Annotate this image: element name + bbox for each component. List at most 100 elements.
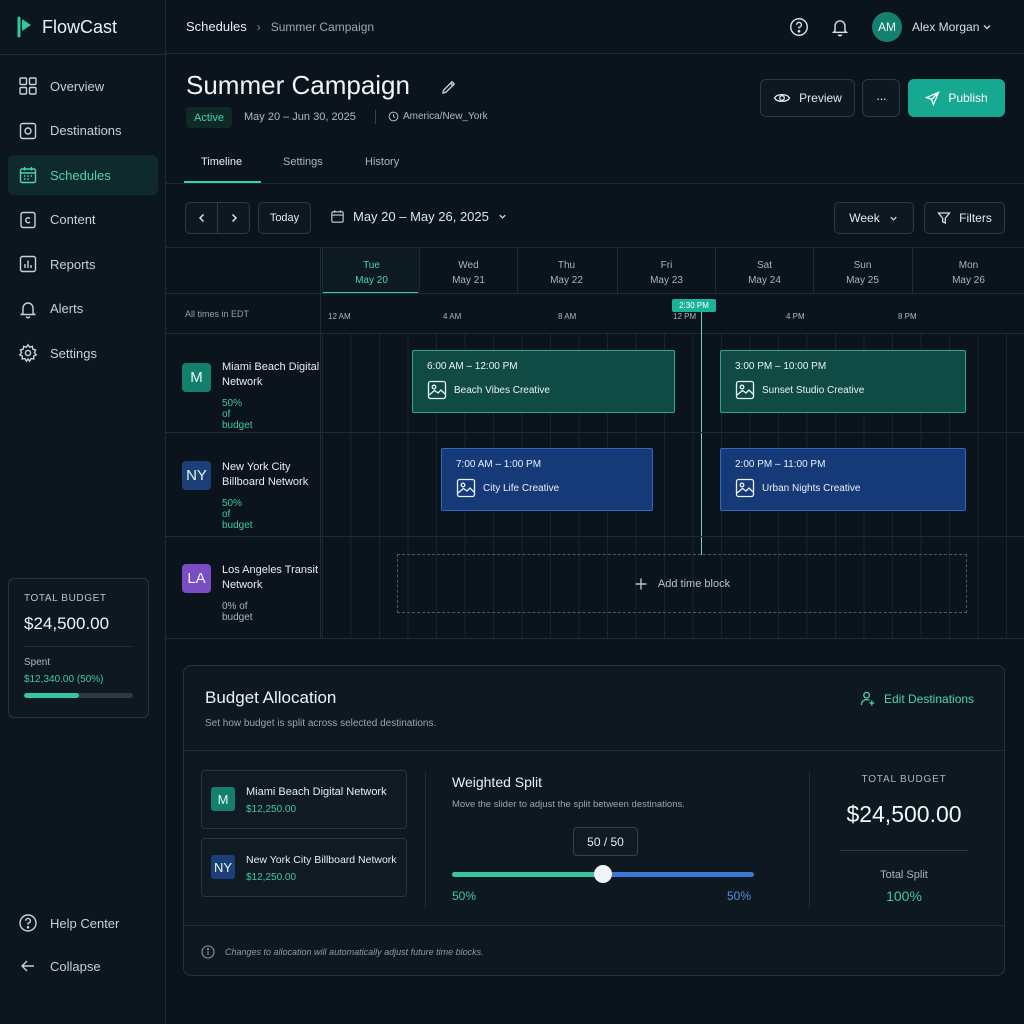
day-header-tue[interactable]: Tue May 20 xyxy=(322,248,420,293)
avatar[interactable]: AM xyxy=(872,12,902,42)
breadcrumb-current: Summer Campaign xyxy=(270,19,375,34)
sidebar-item-label: Destinations xyxy=(50,123,122,138)
today-button[interactable]: Today xyxy=(258,202,311,234)
weighted-split-subtitle: Move the slider to adjust the split betw… xyxy=(452,799,685,810)
time-block-asset-name: Sunset Studio Creative xyxy=(762,384,865,396)
hour-label: 4 AM xyxy=(443,312,462,321)
app-logo[interactable]: FlowCast xyxy=(16,14,117,40)
time-block-asset: Sunset Studio Creative xyxy=(735,380,951,400)
time-block-time: 2:00 PM – 11:00 PM xyxy=(735,459,826,470)
sidebar-item-destinations[interactable]: Destinations xyxy=(8,111,158,151)
filters-button[interactable]: Filters xyxy=(924,202,1005,234)
day-date: May 26 xyxy=(952,275,985,286)
campaign-timezone: America/New_York xyxy=(388,111,488,122)
time-block-time: 6:00 AM – 12:00 PM xyxy=(427,361,518,372)
preview-label: Preview xyxy=(799,91,842,105)
help-center-link[interactable]: Help Center xyxy=(8,903,158,943)
day-date: May 22 xyxy=(550,275,583,286)
time-block-asset-name: City Life Creative xyxy=(483,482,560,494)
destination-badge: LA xyxy=(182,564,211,593)
time-block-asset-name: Beach Vibes Creative xyxy=(454,384,550,396)
target-icon xyxy=(19,122,37,139)
day-header-sun[interactable]: Sun May 25 xyxy=(813,248,911,293)
day-of-week: Sun xyxy=(853,260,872,271)
previous-week-button[interactable] xyxy=(185,202,218,234)
time-block[interactable]: 7:00 AM – 1:00 PM City Life Creative xyxy=(441,448,653,511)
user-edit-icon xyxy=(860,691,875,706)
footnote-text: Changes to allocation will automatically… xyxy=(225,947,484,957)
publish-label: Publish xyxy=(948,91,988,105)
sidebar-item-settings[interactable]: Settings xyxy=(8,333,158,373)
day-of-week: Mon xyxy=(958,260,979,271)
allocation-destination-card: M Miami Beach Digital Network $12,250.00 xyxy=(201,770,407,829)
time-block[interactable]: 3:00 PM – 10:00 PM Sunset Studio Creativ… xyxy=(720,350,966,413)
destination-share: 0% of budget xyxy=(222,601,253,623)
day-of-week: Wed xyxy=(458,260,479,271)
sidebar-budget-card: TOTAL BUDGET $24,500.00 Spent $12,340.00… xyxy=(8,578,149,718)
filters-label: Filters xyxy=(959,211,992,225)
collapse-sidebar-button[interactable]: Collapse xyxy=(8,946,158,986)
image-icon xyxy=(427,380,447,400)
sidebar-item-schedules[interactable]: Schedules xyxy=(8,155,158,195)
help-icon[interactable] xyxy=(788,16,810,38)
time-block-asset: City Life Creative xyxy=(456,478,638,498)
divider xyxy=(184,750,1004,751)
day-header-wed[interactable]: Wed May 21 xyxy=(419,248,517,293)
campaign-dates: May 20 – Jun 30, 2025 xyxy=(244,111,356,123)
right-percentage: 50% xyxy=(727,889,752,903)
date-range-picker[interactable]: May 20 – May 26, 2025 xyxy=(330,209,508,224)
day-header-sat[interactable]: Sat May 24 xyxy=(715,248,813,293)
bell-icon xyxy=(19,301,37,318)
sidebar-item-content[interactable]: Content xyxy=(8,200,158,240)
breadcrumb-schedules[interactable]: Schedules xyxy=(186,19,247,34)
day-header-fri[interactable]: Fri May 23 xyxy=(617,248,715,293)
current-time-line xyxy=(701,312,702,555)
more-options-button[interactable]: ··· xyxy=(862,79,900,117)
sidebar-item-overview[interactable]: Overview xyxy=(8,66,158,106)
notifications-bell-icon[interactable] xyxy=(829,16,851,38)
panel-subtitle: Set how budget is split across selected … xyxy=(205,718,437,729)
calendar-icon xyxy=(19,167,37,184)
sidebar: FlowCast Overview Destinations Schedules… xyxy=(0,0,166,1024)
sidebar-item-label: Content xyxy=(50,212,96,227)
user-name[interactable]: Alex Morgan xyxy=(912,20,979,34)
spent-progress-bar xyxy=(24,693,133,698)
time-block[interactable]: 2:00 PM – 11:00 PM Urban Nights Creative xyxy=(720,448,966,511)
publish-button[interactable]: Publish xyxy=(908,79,1005,117)
time-block-asset: Urban Nights Creative xyxy=(735,478,951,498)
next-week-button[interactable] xyxy=(217,202,250,234)
divider xyxy=(166,536,1024,537)
today-label: Today xyxy=(269,212,300,224)
chevron-down-icon[interactable] xyxy=(981,20,993,38)
preview-button[interactable]: Preview xyxy=(760,79,855,117)
day-header-mon[interactable]: Mon May 26 xyxy=(912,248,1024,293)
edit-destinations-button[interactable]: Edit Destinations xyxy=(860,690,974,707)
view-select[interactable]: Week xyxy=(834,202,914,234)
sidebar-item-label: Reports xyxy=(50,256,96,272)
hour-label: 8 AM xyxy=(558,312,577,321)
timeline-calendar: Tue May 20 Wed May 21 Thu May 22 Fri May… xyxy=(166,247,1024,639)
time-block[interactable]: 6:00 AM – 12:00 PM Beach Vibes Creative xyxy=(412,350,675,413)
divider xyxy=(0,54,166,55)
tab-settings[interactable]: Settings xyxy=(283,156,323,168)
chevron-down-icon xyxy=(499,214,506,219)
sidebar-item-alerts[interactable]: Alerts xyxy=(8,289,158,329)
tab-history[interactable]: History xyxy=(365,156,399,168)
day-date: May 25 xyxy=(846,275,879,286)
day-of-week: Fri xyxy=(660,260,673,271)
destination-name: Miami Beach Digital Network xyxy=(222,361,320,388)
calendar-icon xyxy=(331,210,344,223)
add-time-block-button[interactable]: Add time block xyxy=(397,554,967,613)
pencil-icon[interactable] xyxy=(440,78,458,101)
help-icon xyxy=(19,914,37,932)
split-slider-handle[interactable] xyxy=(594,865,612,883)
divider xyxy=(375,110,376,124)
sidebar-item-reports[interactable]: Reports xyxy=(8,244,158,284)
destination-badge: M xyxy=(211,787,235,811)
day-header-thu[interactable]: Thu May 22 xyxy=(517,248,615,293)
reports-icon xyxy=(19,255,37,273)
plus-icon xyxy=(635,578,647,589)
tab-timeline[interactable]: Timeline xyxy=(201,156,242,168)
day-date: May 23 xyxy=(650,275,683,286)
day-of-week: Thu xyxy=(557,260,576,271)
